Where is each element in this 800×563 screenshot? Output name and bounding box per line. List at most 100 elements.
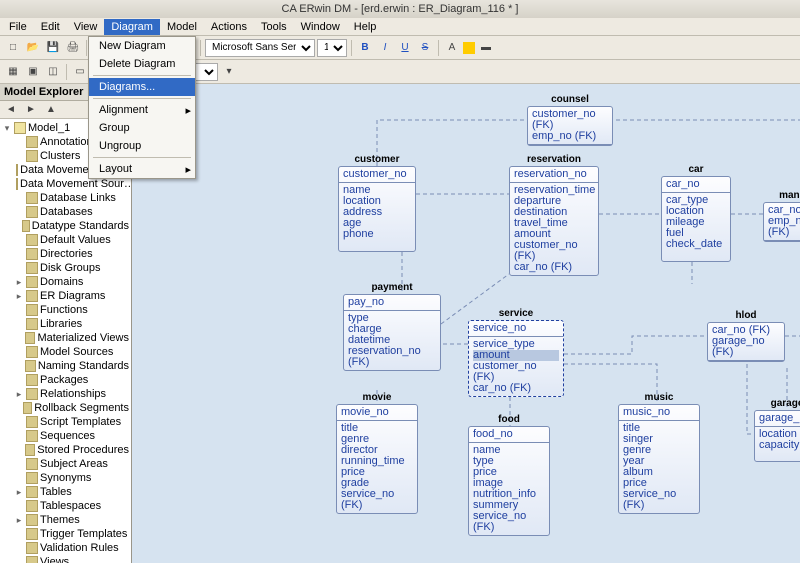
entity-reservation[interactable]: reservationreservation_noreservation_tim… [509,166,599,276]
fill-color-icon[interactable] [463,42,475,54]
entity-name: music [619,391,699,404]
tool-icon[interactable]: ▭ [71,63,89,81]
entity-name: manage [764,189,800,202]
tree-item[interactable]: Sequences [2,429,129,443]
entity-car[interactable]: carcar_nocar_typelocationmileagefuelchec… [661,176,731,262]
bold-icon[interactable]: B [356,39,374,57]
tree-item[interactable]: Default Values [2,233,129,247]
menu-actions[interactable]: Actions [204,19,254,35]
tree-item[interactable]: Naming Standards [2,359,129,373]
entity-name: reservation [510,153,598,166]
tree-item[interactable]: ▸Relationships [2,387,129,401]
entity-service[interactable]: serviceservice_noservice_typeamountcusto… [468,320,564,397]
tree-root-label[interactable]: Model_1 [28,122,70,134]
strike-icon[interactable]: S [416,39,434,57]
entity-name: hlod [708,309,784,322]
entity-garage[interactable]: garagegarage_nolocationcapacity [754,410,800,462]
tree-item[interactable]: Datatype Standards [2,219,129,233]
tool-icon[interactable]: ▣ [24,63,42,81]
menuitem-delete-diagram[interactable]: Delete Diagram [89,55,195,73]
entity-movie[interactable]: moviemovie_notitlegenredirectorrunning_t… [336,404,418,514]
menu-file[interactable]: File [2,19,34,35]
open-icon[interactable]: 📂 [24,39,42,57]
save-icon[interactable]: 💾 [44,39,62,57]
menu-edit[interactable]: Edit [34,19,67,35]
entity-pk: movie_no [337,405,417,421]
entity-attrs: titlesingergenreyearalbumpriceservice_no… [619,421,699,513]
menuitem-layout[interactable]: Layout [89,160,195,178]
entity-name: garage [755,397,800,410]
entity-attrs: namelocationaddressagephone [339,183,415,242]
entity-attrs: titlegenredirectorrunning_timepricegrade… [337,421,417,513]
tree-item[interactable]: ▸Tables [2,485,129,499]
tree-item[interactable]: Views [2,555,129,563]
entity-attrs: reservation_timedeparturedestinationtrav… [510,183,598,275]
tool-icon[interactable]: ◫ [44,63,62,81]
menuitem-alignment[interactable]: Alignment [89,101,195,119]
underline-icon[interactable]: U [396,39,414,57]
entity-customer[interactable]: customercustomer_nonamelocationaddressag… [338,166,416,252]
entity-pk: car_no (FK)emp_no (FK) [764,203,800,241]
tree-item[interactable]: Packages [2,373,129,387]
menu-tools[interactable]: Tools [254,19,294,35]
menu-help[interactable]: Help [347,19,384,35]
entity-hlod[interactable]: hlodcar_no (FK)garage_no (FK) [707,322,785,362]
menu-window[interactable]: Window [294,19,347,35]
menu-diagram[interactable]: Diagram [104,19,160,35]
entity-pk: service_no [469,321,563,337]
menu-model[interactable]: Model [160,19,204,35]
entity-music[interactable]: musicmusic_notitlesingergenreyearalbumpr… [618,404,700,514]
nav-fwd-icon[interactable]: ► [22,101,40,119]
menuitem-group[interactable]: Group [89,119,195,137]
entity-food[interactable]: foodfood_nonametypepriceimagenutrition_i… [468,426,550,536]
nav-back-icon[interactable]: ◄ [2,101,20,119]
tree-item[interactable]: Data Movement Sour… [2,177,129,191]
entity-manage[interactable]: managecar_no (FK)emp_no (FK) [763,202,800,242]
tree-item[interactable]: Validation Rules [2,541,129,555]
font-select[interactable]: Microsoft Sans Ser [205,39,315,57]
tree-item[interactable]: Databases [2,205,129,219]
print-icon[interactable]: 🖨 [64,39,82,57]
line-color-icon[interactable]: ▬ [477,39,495,57]
menu-view[interactable]: View [67,19,105,35]
font-size-select[interactable]: 10 [317,39,347,57]
entity-attrs: locationcapacity [755,427,800,453]
entity-counsel[interactable]: counselcustomer_no (FK)emp_no (FK) [527,106,613,146]
tree-item[interactable]: ▸Themes [2,513,129,527]
entity-name: movie [337,391,417,404]
new-icon[interactable]: □ [4,39,22,57]
font-color-icon[interactable]: A [443,39,461,57]
tree-item[interactable]: Libraries [2,317,129,331]
tree-item[interactable]: Directories [2,247,129,261]
tree-item[interactable]: Materialized Views [2,331,129,345]
tree-item[interactable]: Model Sources [2,345,129,359]
tree-item[interactable]: Functions [2,303,129,317]
entity-pk: music_no [619,405,699,421]
italic-icon[interactable]: I [376,39,394,57]
entity-payment[interactable]: paymentpay_notypechargedatetimereservati… [343,294,441,371]
nav-up-icon[interactable]: ▲ [42,101,60,119]
entity-pk: car_no [662,177,730,193]
tree-item[interactable]: Synonyms [2,471,129,485]
tree-item[interactable]: Rollback Segments [2,401,129,415]
tree-item[interactable]: Database Links [2,191,129,205]
entity-pk: food_no [469,427,549,443]
entity-name: customer [339,153,415,166]
tree-item[interactable]: Disk Groups [2,261,129,275]
tree-item[interactable]: Subject Areas [2,457,129,471]
tree-item[interactable]: Tablespaces [2,499,129,513]
tree-item[interactable]: Script Templates [2,415,129,429]
model-tree[interactable]: ▾Model_1AnnotationsClustersData Movement… [0,119,131,563]
entity-name: counsel [528,93,612,106]
entity-pk: customer_no [339,167,415,183]
menuitem-diagrams-[interactable]: Diagrams... [89,78,195,96]
menuitem-ungroup[interactable]: Ungroup [89,137,195,155]
tree-item[interactable]: ▸ER Diagrams [2,289,129,303]
tree-item[interactable]: Trigger Templates [2,527,129,541]
tree-item[interactable]: ▸Domains [2,275,129,289]
tool-icon[interactable]: ▾ [220,63,238,81]
tool-icon[interactable]: ▦ [4,63,22,81]
menuitem-new-diagram[interactable]: New Diagram [89,37,195,55]
tree-item[interactable]: Stored Procedures [2,443,129,457]
diagram-canvas[interactable]: counselcustomer_no (FK)emp_no (FK) custom… [132,84,800,563]
